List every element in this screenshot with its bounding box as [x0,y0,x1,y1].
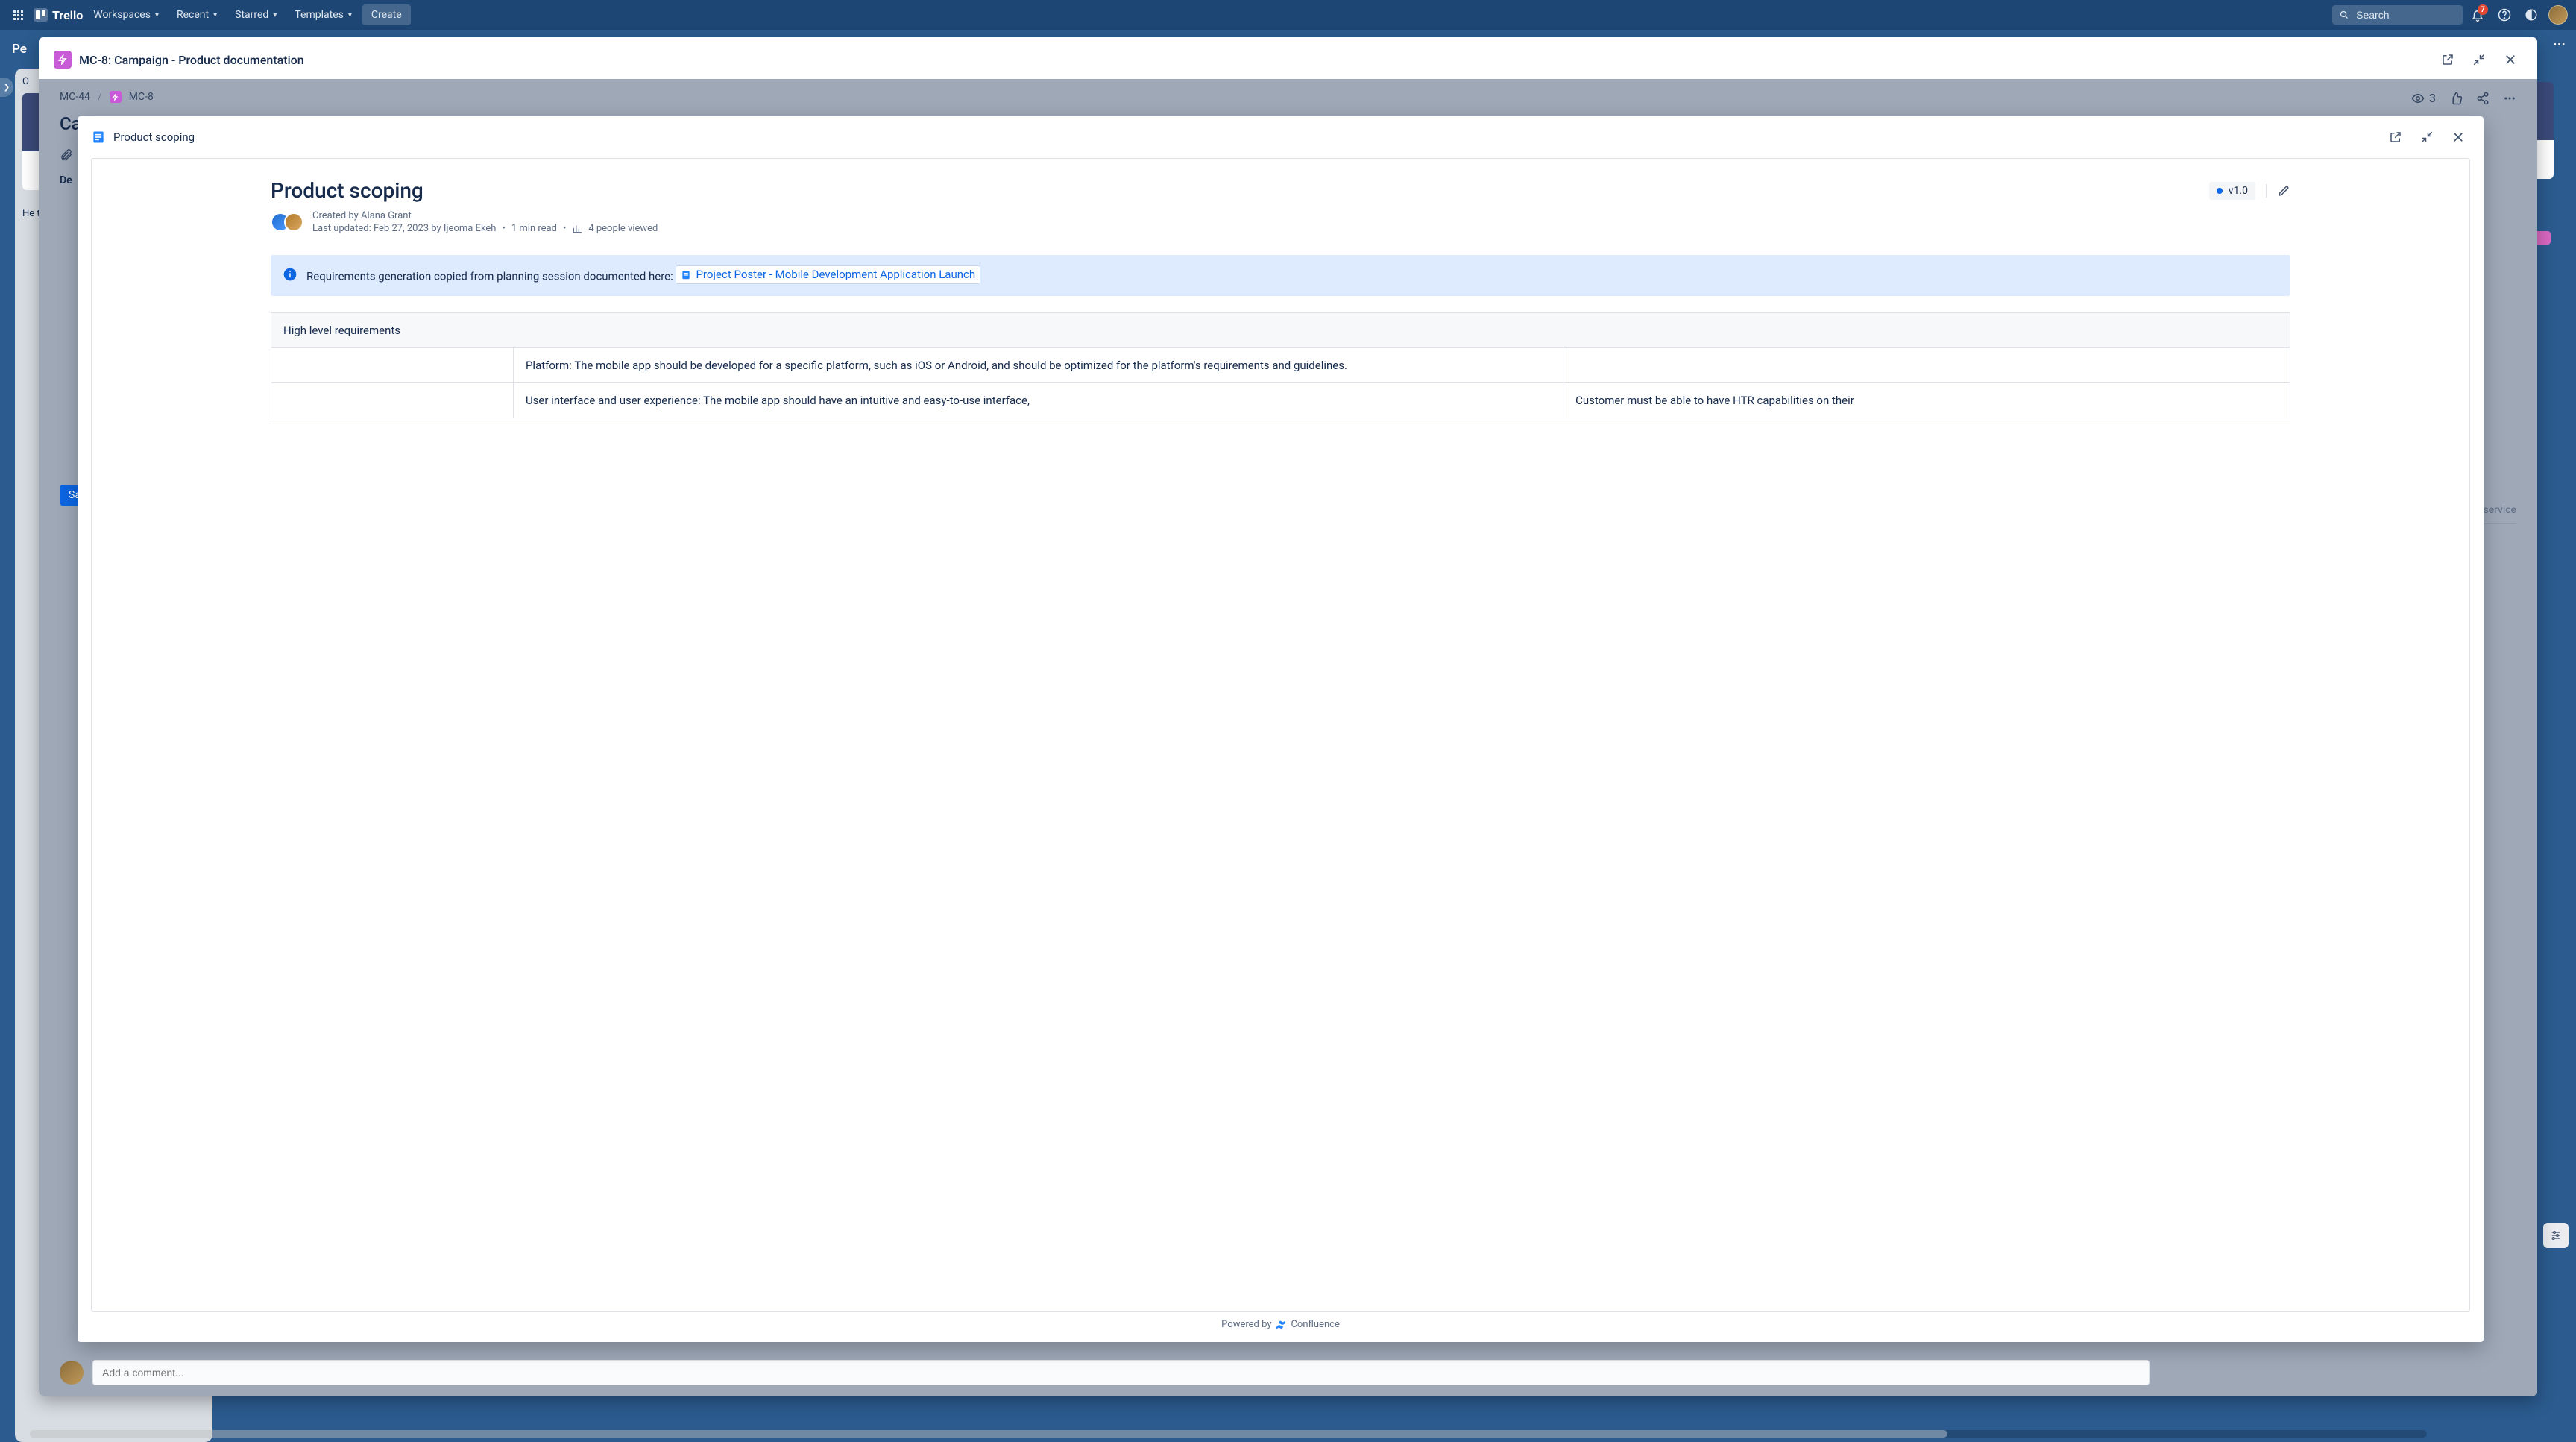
external-link-icon [2389,130,2402,144]
trello-top-nav: Trello Workspaces▾ Recent▾ Starred▾ Temp… [0,0,2576,30]
share-icon [2476,92,2490,105]
theme-button[interactable] [2519,3,2543,27]
avatar-icon [284,212,303,232]
attachment-icon[interactable] [60,148,73,161]
comment-input[interactable] [92,1360,2150,1385]
status-dot-icon [2217,188,2223,194]
nav-workspaces[interactable]: Workspaces▾ [86,4,166,25]
confluence-document: Product scoping v1.0 Created by Alana Gr… [91,158,2470,1312]
jira-modal: MC-8: Campaign - Product documentation M… [39,37,2537,1396]
close-button[interactable] [2446,125,2470,149]
help-icon [2498,8,2511,22]
info-icon [283,267,297,286]
jira-modal-title: MC-8: Campaign - Product documentation [79,53,2428,67]
confluence-label[interactable]: Confluence [1291,1319,1339,1330]
confluence-icon [1276,1320,1286,1330]
chevron-down-icon: ▾ [155,11,159,19]
people-viewed[interactable]: 4 people viewed [588,223,658,234]
open-external-button[interactable] [2384,125,2407,149]
avatar-stack[interactable] [271,212,303,232]
nav-starred[interactable]: Starred▾ [227,4,284,25]
powered-by-label: Powered by [1221,1319,1271,1330]
version-chip[interactable]: v1.0 [2209,182,2255,200]
more-icon [2503,92,2516,105]
info-text: Requirements generation copied from plan… [306,270,676,283]
confluence-modal: Product scoping Product scoping v1.0 [78,116,2484,1342]
collapse-icon [2420,130,2434,144]
table-header: High level requirements [271,312,2290,347]
page-link-label: Project Poster - Mobile Development Appl… [696,266,975,283]
page-icon [681,270,691,280]
created-by: Created by Alana Grant [312,210,658,221]
confluence-modal-header: Product scoping [78,116,2484,158]
epic-icon [54,51,72,69]
trello-wordmark: Trello [52,8,83,22]
share-button[interactable] [2476,92,2490,105]
watch-count: 3 [2429,91,2436,105]
global-search[interactable] [2332,5,2463,25]
crumb-parent[interactable]: MC-44 [60,91,90,103]
read-time: 1 min read [511,223,557,234]
sliders-icon [2550,1230,2562,1241]
horizontal-scrollbar[interactable] [30,1430,2427,1438]
search-input[interactable] [2355,8,2455,22]
like-button[interactable] [2449,92,2463,105]
page-title: Product scoping [271,178,2209,203]
open-external-button[interactable] [2436,48,2460,72]
notif-badge: 7 [2478,4,2488,15]
crumb-self[interactable]: MC-8 [129,91,154,103]
grid-icon [13,10,23,20]
avatar-icon [60,1361,84,1385]
close-icon [2451,130,2465,144]
apps-switcher[interactable] [6,6,31,25]
close-icon [2504,53,2517,66]
edit-button[interactable] [2266,184,2290,198]
search-icon [2340,10,2349,20]
watch-button[interactable]: 3 [2411,91,2436,105]
version-label: v1.0 [2229,185,2248,197]
last-updated: Last updated: Feb 27, 2023 by Ijeoma Eke… [312,223,496,234]
customize-button[interactable] [2543,1223,2569,1248]
collapse-button[interactable] [2415,125,2439,149]
board-title-partial: Pe [12,42,27,57]
analytics-icon [572,224,582,234]
table-row: User interface and user experience: The … [271,382,2290,418]
avatar-icon [2548,5,2568,25]
info-panel: Requirements generation copied from plan… [271,255,2290,296]
chevron-down-icon: ▾ [273,11,277,19]
collapse-button[interactable] [2467,48,2491,72]
help-button[interactable] [2492,3,2516,27]
thumbs-up-icon [2449,92,2463,105]
trello-mark-icon [34,8,48,22]
theme-icon [2525,8,2538,22]
jira-modal-header: MC-8: Campaign - Product documentation [39,37,2537,79]
external-link-icon [2441,53,2454,66]
crumb-sep: / [98,91,102,103]
more-button[interactable] [2503,92,2516,105]
comment-row [60,1360,2150,1385]
pencil-icon [2277,184,2290,198]
page-link-chip[interactable]: Project Poster - Mobile Development Appl… [676,265,980,284]
chevron-down-icon: ▾ [213,11,217,19]
create-button[interactable]: Create [362,4,411,25]
breadcrumb: MC-44 / MC-8 [60,91,2516,103]
collapse-icon [2472,53,2486,66]
trello-logo[interactable]: Trello [34,8,83,22]
epic-icon [110,91,122,103]
page-icon [91,130,106,145]
eye-icon [2411,92,2425,105]
table-row: Platform: The mobile app should be devel… [271,347,2290,382]
chevron-down-icon: ▾ [348,11,352,19]
close-button[interactable] [2498,48,2522,72]
confluence-breadcrumb[interactable]: Product scoping [113,130,2376,144]
nav-templates[interactable]: Templates▾ [287,4,359,25]
nav-recent[interactable]: Recent▾ [169,4,224,25]
byline: Created by Alana Grant Last updated: Feb… [271,210,2290,234]
board-more-icon[interactable]: ⋯ [2553,37,2566,52]
confluence-footer: Powered by Confluence [78,1312,2484,1342]
account-avatar[interactable] [2546,3,2570,27]
requirements-table: High level requirements Platform: The mo… [271,312,2290,418]
notifications-button[interactable]: 7 [2466,3,2490,27]
